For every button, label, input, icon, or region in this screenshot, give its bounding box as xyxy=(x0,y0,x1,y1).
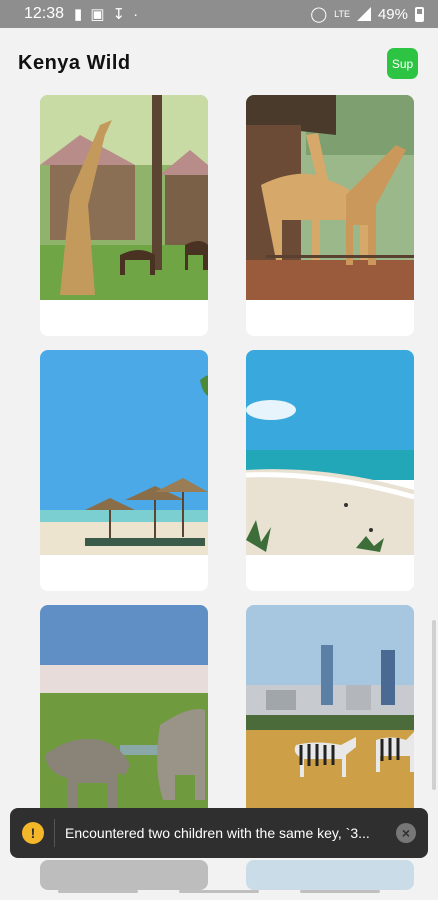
signal-icon xyxy=(356,7,371,21)
battery-icon xyxy=(415,6,424,22)
notification-icon: ▣ xyxy=(90,6,105,23)
network-type: LTE xyxy=(334,9,350,19)
nav-gesture-center[interactable] xyxy=(179,890,259,893)
card-footer xyxy=(40,555,208,591)
download-icon: ↧ xyxy=(112,6,126,23)
card-image xyxy=(40,350,208,555)
gallery-card[interactable] xyxy=(40,350,208,591)
gallery-card[interactable] xyxy=(246,95,414,336)
card-image xyxy=(246,605,414,810)
status-bar: 12:38 ▮ ▣ ↧ · ◯ LTE 49% xyxy=(0,0,438,28)
page-title: Kenya Wild xyxy=(18,52,131,74)
card-image xyxy=(246,95,414,300)
gallery-card[interactable] xyxy=(40,95,208,336)
gallery-card[interactable] xyxy=(246,350,414,591)
sup-button[interactable]: Sup xyxy=(387,48,418,79)
card-image xyxy=(246,350,414,555)
warning-icon: ! xyxy=(22,822,44,844)
warning-toast[interactable]: ! Encountered two children with the same… xyxy=(10,808,428,858)
nav-gesture-right[interactable] xyxy=(300,890,380,893)
card-footer xyxy=(40,300,208,336)
toast-divider xyxy=(54,819,55,847)
navigation-bar xyxy=(0,884,438,900)
card-image xyxy=(40,605,208,810)
card-footer xyxy=(246,300,414,336)
nav-gesture-left[interactable] xyxy=(58,890,138,893)
app-header: Kenya Wild Sup xyxy=(0,28,438,92)
status-time: 12:38 xyxy=(24,5,65,22)
battery-percent: 49% xyxy=(377,5,408,23)
card-footer xyxy=(246,555,414,591)
toast-message: Encountered two children with the same k… xyxy=(65,825,370,841)
message-icon: ▮ xyxy=(74,6,83,23)
scrollbar[interactable] xyxy=(432,620,436,790)
alarm-icon: ◯ xyxy=(310,6,328,23)
card-image xyxy=(40,95,208,300)
dot-icon: · xyxy=(133,5,139,23)
close-icon[interactable]: × xyxy=(396,823,416,843)
